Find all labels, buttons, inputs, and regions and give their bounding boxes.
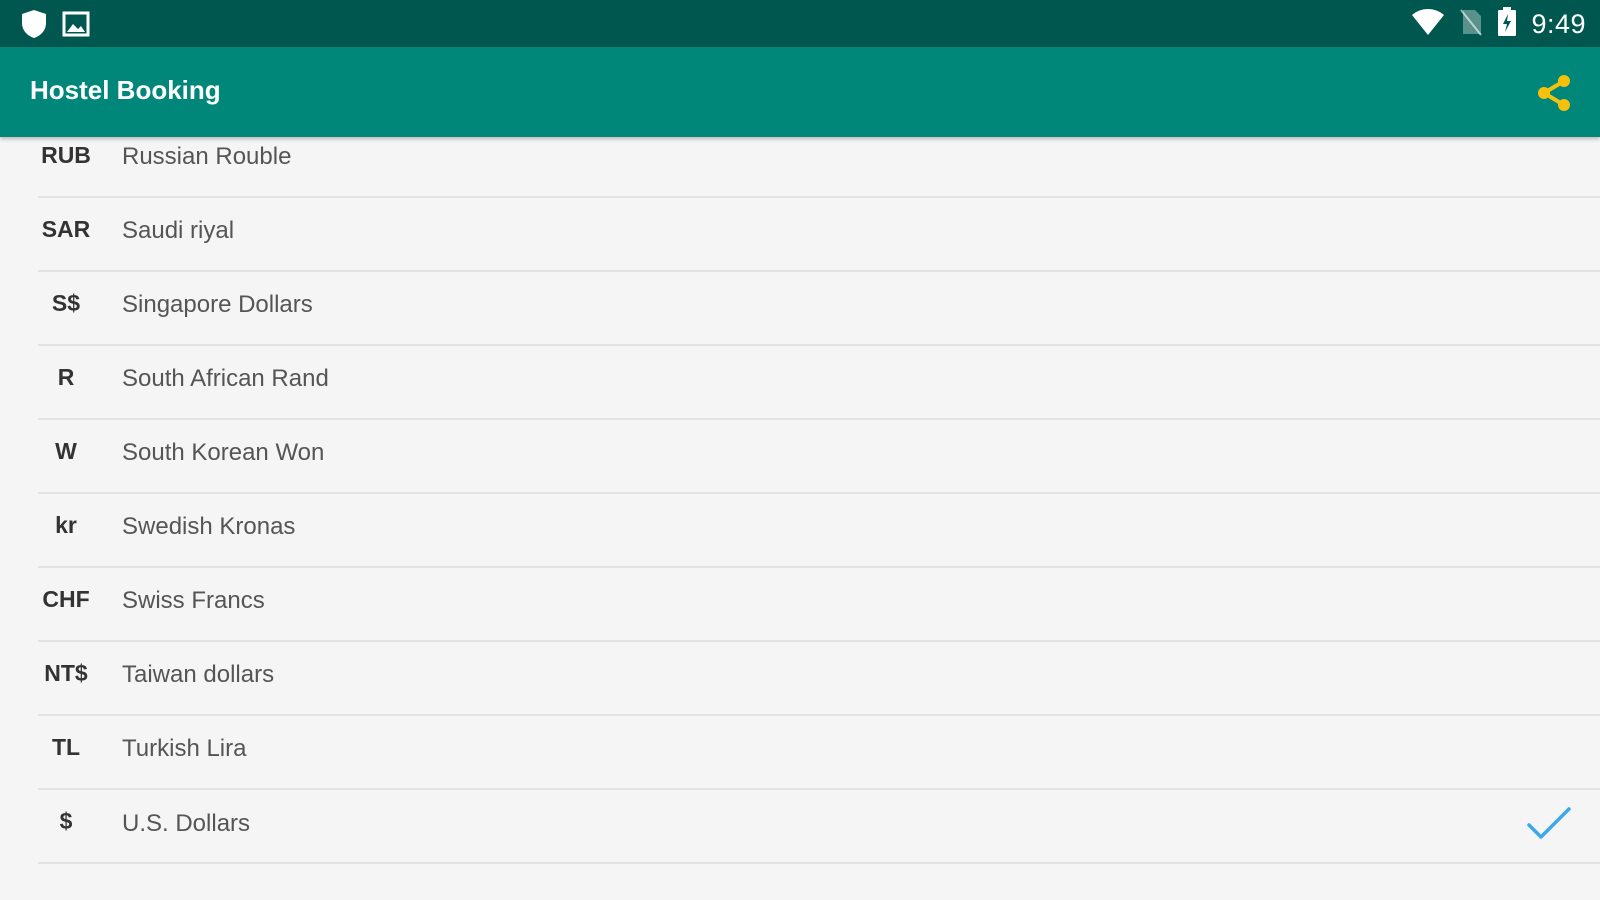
- image-icon: [62, 10, 90, 43]
- currency-row-sek[interactable]: kr Swedish Kronas: [0, 494, 1600, 568]
- currency-row-twd[interactable]: NT$ Taiwan dollars: [0, 642, 1600, 716]
- currency-name: Russian Rouble: [122, 143, 292, 170]
- currency-row-sgd[interactable]: S$ Singapore Dollars: [0, 272, 1600, 346]
- currency-row-usd[interactable]: $ U.S. Dollars: [0, 790, 1600, 864]
- currency-symbol: R: [57, 364, 75, 390]
- row-divider: [38, 862, 1600, 864]
- currency-name: Taiwan dollars: [122, 661, 275, 688]
- currency-symbol: W: [55, 438, 77, 464]
- status-time: 9:49: [1531, 8, 1586, 39]
- currency-name: Turkish Lira: [122, 735, 247, 762]
- currency-row-chf[interactable]: CHF Swiss Francs: [0, 568, 1600, 642]
- currency-symbol: CHF: [42, 586, 90, 612]
- currency-row-krw[interactable]: W South Korean Won: [0, 420, 1600, 494]
- share-button[interactable]: [1532, 71, 1576, 115]
- share-icon: [1538, 75, 1570, 111]
- battery-charging-icon: [1497, 6, 1517, 42]
- currency-name: U.S. Dollars: [122, 810, 251, 837]
- currency-row-try[interactable]: TL Turkish Lira: [0, 716, 1600, 790]
- currency-row-rub[interactable]: RUB Russian Rouble: [0, 137, 1600, 198]
- currency-symbol: kr: [55, 512, 77, 538]
- status-left-icons: [20, 9, 90, 44]
- currency-name: Swedish Kronas: [122, 513, 296, 540]
- status-right-icons: 9:49: [1411, 6, 1586, 42]
- status-bar: 9:49: [0, 0, 1600, 47]
- currency-name: Singapore Dollars: [122, 291, 313, 318]
- app-bar: Hostel Booking: [0, 47, 1600, 137]
- currency-symbol: NT$: [44, 660, 88, 686]
- currency-row-sar[interactable]: SAR Saudi riyal: [0, 198, 1600, 272]
- currency-name: Saudi riyal: [122, 217, 235, 244]
- currency-name: Swiss Francs: [122, 587, 265, 614]
- check-icon: [1527, 807, 1571, 839]
- currency-list: RUB Russian Rouble SAR Saudi riyal S$ Si…: [0, 137, 1600, 900]
- no-sim-icon: [1459, 8, 1483, 41]
- currency-symbol: $: [59, 808, 73, 834]
- currency-name: South African Rand: [122, 365, 329, 392]
- currency-row-zar[interactable]: R South African Rand: [0, 346, 1600, 420]
- currency-symbol: SAR: [41, 216, 91, 242]
- wifi-icon: [1411, 8, 1445, 41]
- app-title: Hostel Booking: [30, 75, 221, 105]
- currency-name: South Korean Won: [122, 439, 325, 466]
- shield-icon: [20, 9, 48, 44]
- currency-symbol: TL: [51, 734, 81, 760]
- currency-symbol: S$: [51, 290, 81, 316]
- currency-symbol: RUB: [41, 142, 91, 168]
